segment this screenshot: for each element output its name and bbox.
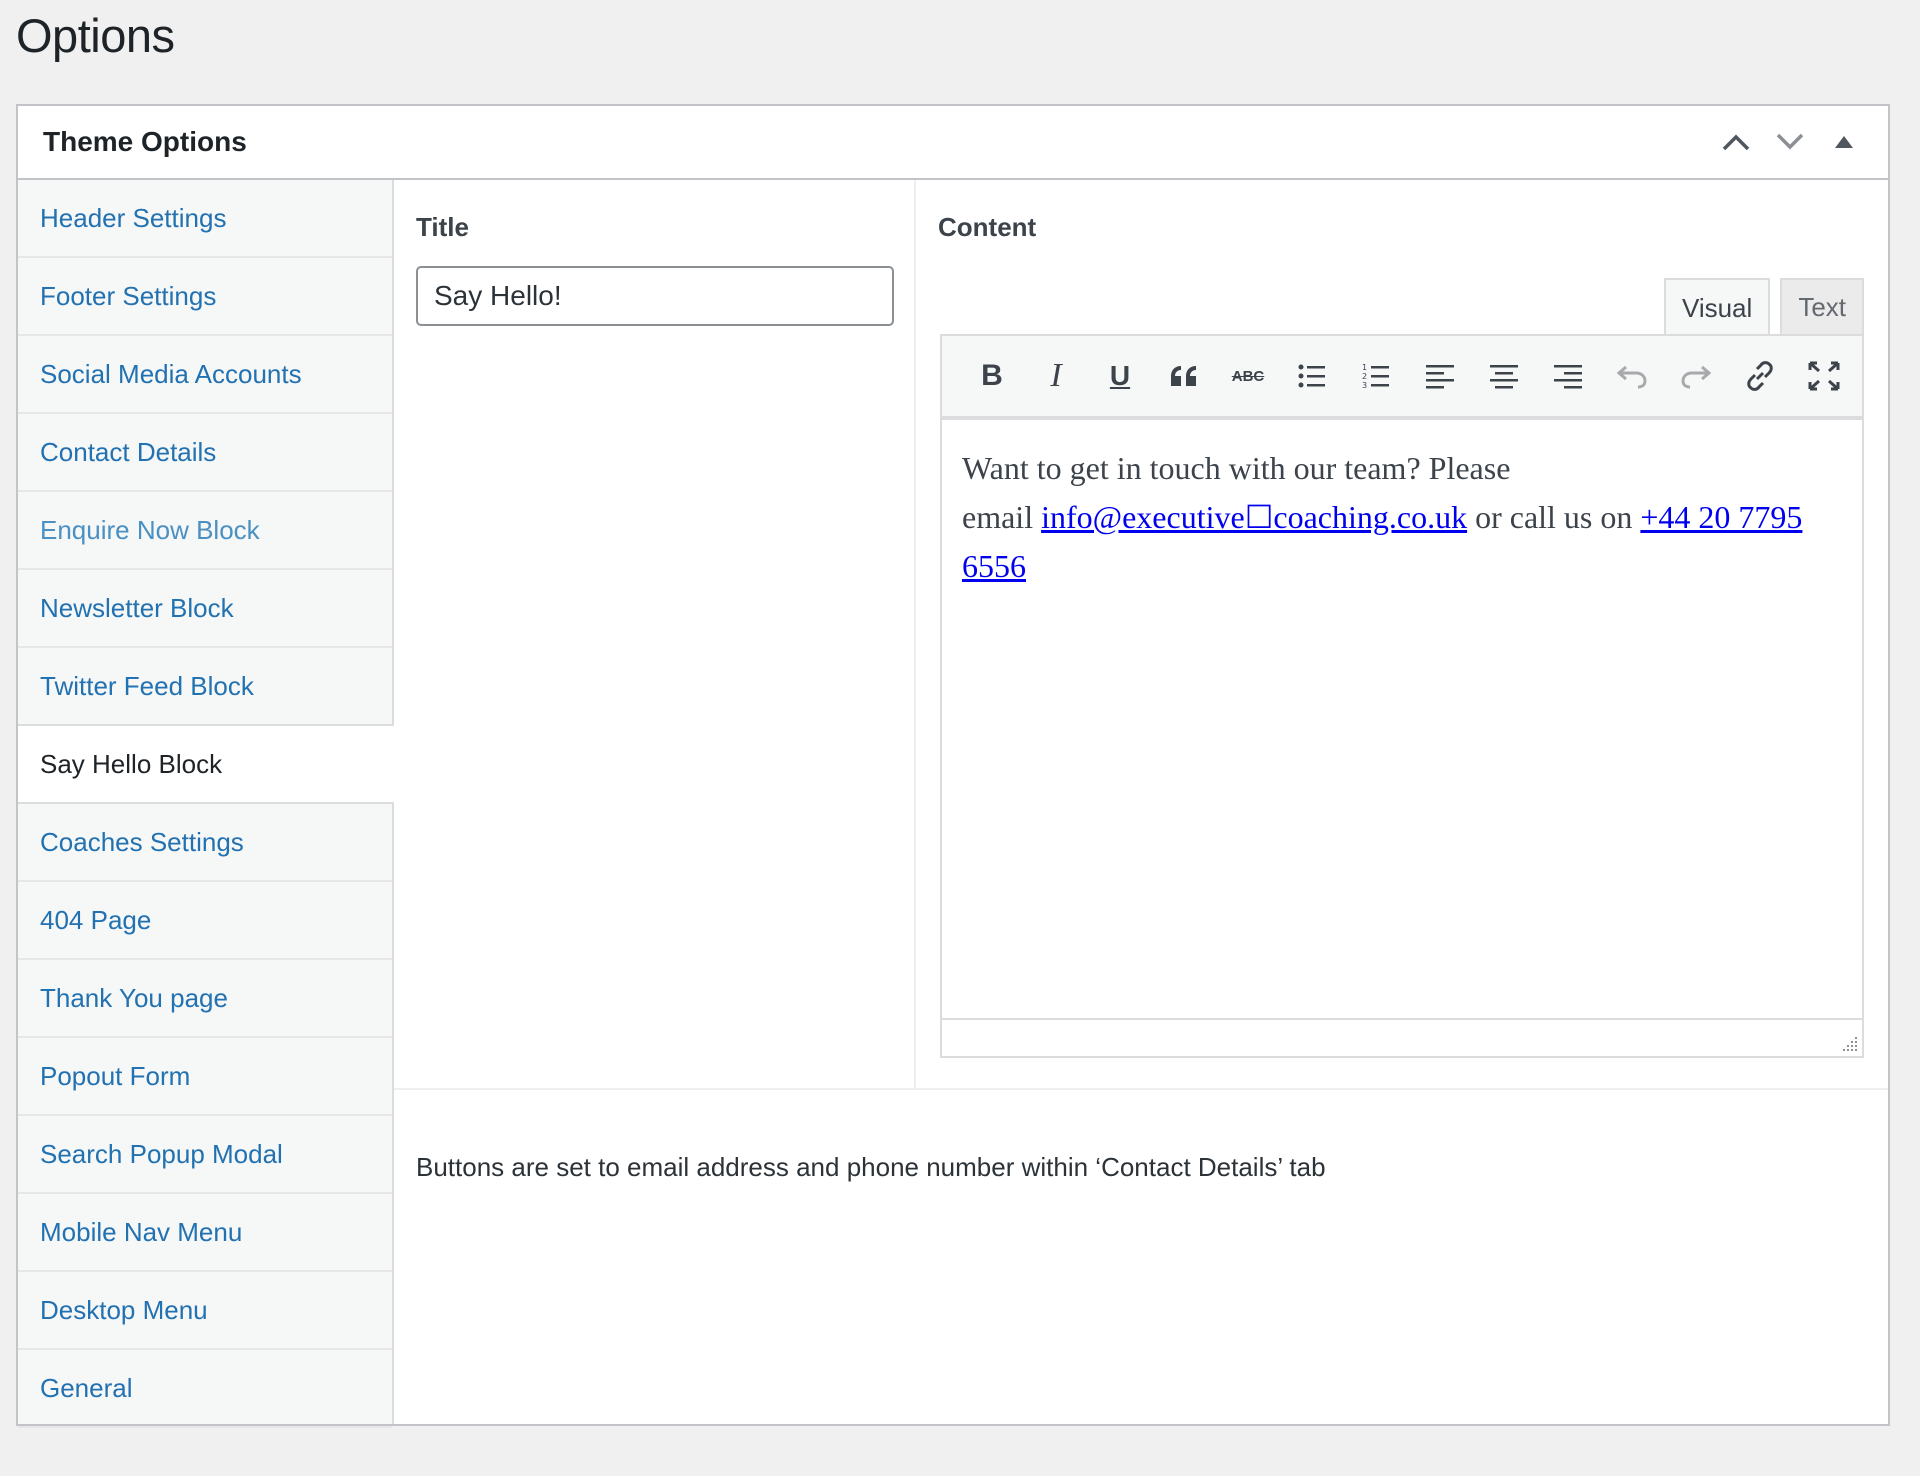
options-main: Title Content Visual Text B I U: [394, 180, 1888, 1424]
sidebar-item-twitter-feed-block[interactable]: Twitter Feed Block: [18, 648, 392, 726]
resize-handle-icon[interactable]: [1840, 1034, 1858, 1052]
body-prefix: email: [962, 499, 1042, 535]
italic-icon: I: [1050, 357, 1062, 394]
align-right-icon: [1554, 365, 1582, 389]
redo-icon: [1681, 365, 1712, 389]
svg-text:1: 1: [1362, 363, 1367, 372]
title-label: Title: [416, 212, 469, 242]
sidebar-item-coaches-settings[interactable]: Coaches Settings: [18, 804, 392, 882]
bullet-list-icon: [1298, 364, 1325, 388]
blockquote-button[interactable]: [1152, 350, 1216, 402]
sidebar-item-404-page[interactable]: 404 Page: [18, 882, 392, 960]
page-title: Options: [16, 9, 175, 62]
sidebar-item-general[interactable]: General: [18, 1350, 392, 1428]
bullet-list-button[interactable]: [1280, 350, 1344, 402]
title-input[interactable]: [416, 266, 894, 326]
tab-text[interactable]: Text: [1780, 278, 1864, 334]
bold-button[interactable]: B: [960, 350, 1024, 402]
undo-icon: [1616, 365, 1647, 389]
fullscreen-button[interactable]: [1792, 350, 1856, 402]
underline-button[interactable]: U: [1088, 350, 1152, 402]
bold-icon: B: [981, 359, 1003, 392]
strikethrough-button[interactable]: ABC: [1216, 350, 1280, 402]
handle-actions: [1716, 122, 1864, 162]
sidebar-item-contact-details[interactable]: Contact Details: [18, 414, 392, 492]
buttons-note: Buttons are set to email address and pho…: [416, 1152, 1326, 1182]
theme-options-postbox: Theme Options Header Settings Footer Set…: [16, 104, 1890, 1428]
move-down-button[interactable]: [1770, 122, 1810, 162]
postbox-header: Theme Options: [18, 106, 1888, 180]
body-middle: or call us on: [1467, 499, 1641, 535]
sidebar-item-enquire-now-block[interactable]: Enquire Now Block: [18, 492, 392, 570]
blockquote-icon: [1171, 366, 1196, 386]
editor-toolbar: B I U ABC 1 2 3: [942, 336, 1862, 420]
message-row: Buttons are set to email address and pho…: [394, 1088, 1888, 1424]
email-link[interactable]: info@executive☐coaching.co.uk: [1041, 499, 1467, 535]
editor-statusbar: [942, 1018, 1862, 1056]
chevron-up-icon: [1722, 134, 1750, 151]
sidebar-item-say-hello-block[interactable]: Say Hello Block: [18, 724, 394, 804]
body-line1: Want to get in touch with our team? Plea…: [962, 450, 1511, 486]
align-center-button[interactable]: [1472, 350, 1536, 402]
sidebar-item-newsletter-block[interactable]: Newsletter Block: [18, 570, 392, 648]
align-left-button[interactable]: [1408, 350, 1472, 402]
link-button[interactable]: [1728, 350, 1792, 402]
italic-button[interactable]: I: [1024, 350, 1088, 402]
title-field: Title: [394, 180, 916, 1088]
sidebar-item-search-popup-modal[interactable]: Search Popup Modal: [18, 1116, 392, 1194]
chevron-down-icon: [1776, 133, 1804, 150]
triangle-up-icon: [1835, 136, 1853, 148]
sidebar-item-thank-you-page[interactable]: Thank You page: [18, 960, 392, 1038]
sidebar-item-footer-settings[interactable]: Footer Settings: [18, 258, 392, 336]
content-label: Content: [938, 212, 1037, 242]
align-left-icon: [1426, 365, 1454, 389]
sidebar-item-desktop-menu[interactable]: Desktop Menu: [18, 1272, 392, 1350]
fullscreen-icon: [1808, 361, 1840, 391]
options-sidebar: Header Settings Footer Settings Social M…: [18, 180, 394, 1428]
sidebar-item-mobile-nav-menu[interactable]: Mobile Nav Menu: [18, 1194, 392, 1272]
svg-text:2: 2: [1362, 372, 1367, 381]
svg-text:3: 3: [1362, 381, 1367, 390]
sidebar-item-header-settings[interactable]: Header Settings: [18, 180, 392, 258]
content-field: Content Visual Text B I U ABC 1 2 3 Want…: [916, 180, 1888, 1088]
editor-tabs: Visual Text: [1663, 278, 1864, 336]
tab-visual[interactable]: Visual: [1663, 278, 1771, 336]
align-right-button[interactable]: [1536, 350, 1600, 402]
underline-icon: U: [1109, 360, 1131, 391]
link-icon: [1747, 361, 1773, 391]
content-editor: B I U ABC 1 2 3 Want to get in touch wit…: [940, 334, 1864, 1058]
numbered-list-icon: 123: [1362, 363, 1389, 390]
redo-button[interactable]: [1664, 350, 1728, 402]
undo-button[interactable]: [1600, 350, 1664, 402]
align-center-icon: [1490, 365, 1518, 389]
toggle-panel-button[interactable]: [1824, 122, 1864, 162]
sidebar-item-social-media-accounts[interactable]: Social Media Accounts: [18, 336, 392, 414]
strikethrough-icon: ABC: [1231, 367, 1265, 385]
editor-content-area[interactable]: Want to get in touch with our team? Plea…: [942, 420, 1862, 615]
move-up-button[interactable]: [1716, 122, 1756, 162]
numbered-list-button[interactable]: 123: [1344, 350, 1408, 402]
sidebar-item-popout-form[interactable]: Popout Form: [18, 1038, 392, 1116]
postbox-title: Theme Options: [43, 126, 247, 157]
